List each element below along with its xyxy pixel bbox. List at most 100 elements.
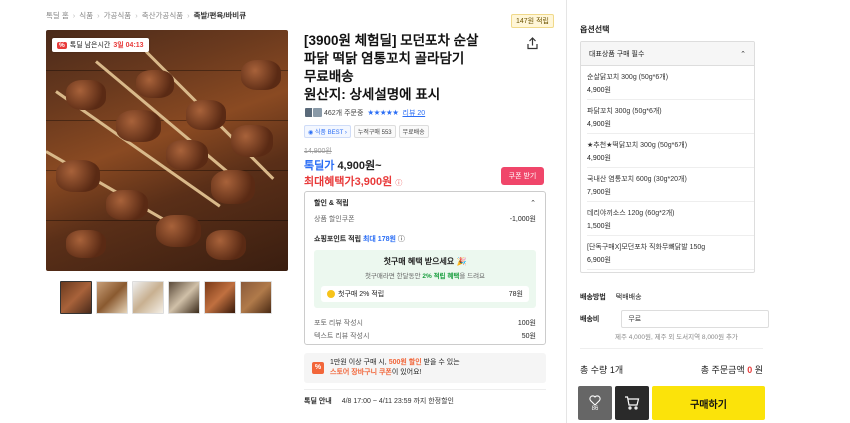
thumbnail-strip <box>60 281 272 314</box>
share-button[interactable] <box>520 31 545 56</box>
heart-icon <box>589 394 601 406</box>
info-icon[interactable]: ⓘ <box>398 236 405 243</box>
option-title: 옵션선택 <box>580 25 610 34</box>
buyer-avatars <box>304 107 323 118</box>
chevron-right-icon: › <box>72 11 76 20</box>
thumbnail-image[interactable] <box>132 281 164 314</box>
shipping-fee-row: 배송비 무료 <box>580 310 770 328</box>
buy-button[interactable]: 구매하기 <box>652 386 765 420</box>
star-rating-icon: ★★★★★ <box>367 108 399 117</box>
deal-price: 톡딜가 4,900원~ <box>304 157 382 173</box>
title-line: 파닭 떡닭 염통꼬치 골라담기 <box>304 50 465 66</box>
max-benefit-label: 최대혜택가 <box>304 176 355 188</box>
total-amount-value: 0 <box>747 365 753 375</box>
option-item[interactable]: 파닭꼬치 300g (50g*6개) 4,900원 <box>587 100 754 134</box>
points-badge: 147원 적립 <box>511 14 554 28</box>
chevron-up-icon[interactable]: ⌃ <box>530 199 536 207</box>
photo-review-label: 포토 리뷰 작성시 <box>314 320 363 327</box>
first-purchase-points: 78원 <box>508 291 523 298</box>
cart-button[interactable] <box>615 386 649 420</box>
thumbnail-image[interactable] <box>60 281 92 314</box>
tag-best[interactable]: ◉ 식품 BEST › <box>304 125 351 138</box>
max-benefit-value: 3,900원 <box>354 176 393 188</box>
like-count: 86 <box>591 405 599 412</box>
tag-free-shipping: 무료배송 <box>398 125 429 138</box>
order-totals: 총 수량 1개 총 주문금액 0 원 <box>580 365 763 375</box>
first-purchase-panel: 첫구매 혜택 받으세요 🎉 첫구매라면 한달동안 2% 적립 혜택을 드려요 첫… <box>314 250 536 308</box>
chevron-right-icon: › <box>187 11 190 20</box>
breadcrumb-item[interactable]: 식품 <box>79 10 93 21</box>
thumbnail-image[interactable] <box>204 281 236 314</box>
title-line: 무료배송 <box>304 68 354 84</box>
sale-timer-value: 3일 04:13 <box>113 42 144 49</box>
deal-info: 톡딜 안내 4/8 17:00 ~ 4/11 23:59 까지 한정할인 <box>304 396 454 406</box>
like-button[interactable]: 86 <box>578 386 612 420</box>
shopping-point-label: 쇼핑포인트 적립 <box>314 236 362 243</box>
breadcrumb-item[interactable]: 가공식품 <box>104 10 132 21</box>
chevron-up-icon: ⌃ <box>740 50 746 58</box>
deal-price-label: 톡딜가 <box>304 160 335 172</box>
discount-points-box: 할인 & 적립 ⌃ 상품 할인쿠폰 -1,000원 쇼핑포인트 적립 최대 17… <box>304 191 546 345</box>
thumbnail-image[interactable] <box>96 281 128 314</box>
first-purchase-subtitle: 첫구매라면 한달동안 2% 적립 혜택을 드려요 <box>364 273 486 280</box>
shipping-fee-note: 제주 4,000원, 제주 외 도서지역 8,000원 추가 <box>615 334 738 341</box>
option-item[interactable]: 국내산 염통꼬치 600g (30g*20개) 7,900원 <box>587 168 754 202</box>
text-review-label: 텍스트 리뷰 작성시 <box>314 333 370 340</box>
title-line: 원산지: 상세설명에 표시 <box>304 86 441 102</box>
best-icon: ◉ <box>308 130 315 136</box>
first-purchase-title: 첫구매 혜택 받으세요 🎉 <box>383 257 467 266</box>
option-item[interactable]: [단독구매X]모던포차 직화무뼈닭발 150g 6,900원 <box>587 236 754 270</box>
coupon-discount-label: 상품 할인쿠폰 <box>314 216 355 223</box>
total-qty-value: 1개 <box>609 365 624 375</box>
coin-icon <box>327 290 335 299</box>
benefit-header: 할인 & 적립 <box>314 200 349 207</box>
deal-price-value: 4,900원~ <box>337 160 382 172</box>
shipping-method-row: 배송방법 택배배송 <box>580 292 642 302</box>
breadcrumb: 톡딜 홈 › 식품 › 가공식품 › 축산가공식품 › 족발/편육/바비큐 <box>46 10 246 21</box>
share-icon <box>527 37 538 50</box>
rating-row: 462개 주문중 ★★★★★ 리뷰 20 <box>304 107 425 118</box>
coupon-download-button[interactable]: 쿠폰 받기 <box>501 167 544 185</box>
coupon-discount-value: -1,000원 <box>509 216 536 223</box>
info-icon[interactable]: ⓘ <box>395 180 402 187</box>
breadcrumb-item[interactable]: 톡딜 홈 <box>46 10 69 21</box>
option-list: 순살닭꼬치 300g (50g*6개) 4,900원 파닭꼬치 300g (50g… <box>581 66 754 270</box>
thumbnail-image[interactable] <box>240 281 272 314</box>
thumbnail-image[interactable] <box>168 281 200 314</box>
option-dropdown-header[interactable]: 대표상품 구매 필수 ⌃ <box>581 42 754 66</box>
purchase-buttons: 86 구매하기 <box>578 386 765 420</box>
sale-timer-badge: % 톡딜 남은시간 3일 04:13 <box>52 38 149 52</box>
tag-list: ◉ 식품 BEST › 누적구매 553 무료배송 <box>304 125 429 138</box>
chevron-right-icon: › <box>97 11 100 20</box>
deal-info-label: 톡딜 안내 <box>304 398 332 405</box>
deal-info-value: 4/8 17:00 ~ 4/11 23:59 까지 한정할인 <box>341 398 454 405</box>
option-item[interactable]: 데리야끼소스 120g (60g*2개) 1,500원 <box>587 202 754 236</box>
cart-icon <box>625 396 640 410</box>
cart-coupon-banner[interactable]: % 1만원 이상 구매 시, 500원 할인 받을 수 있는 스토어 장바구니 … <box>304 353 546 383</box>
breadcrumb-item-current[interactable]: 족발/편육/바비큐 <box>194 10 246 21</box>
breadcrumb-item[interactable]: 축산가공식품 <box>142 10 183 21</box>
photo-review-value: 100원 <box>517 320 536 327</box>
shipping-fee-select[interactable]: 무료 <box>621 310 770 328</box>
order-count: 462개 주문중 <box>324 109 364 117</box>
shipping-method-value: 택배배송 <box>615 294 642 301</box>
original-price: 14,900원 <box>304 148 332 155</box>
shipping-fee-label: 배송비 <box>580 316 600 323</box>
product-title: [3900원 체험딜] 모던포차 순살 파닭 떡닭 염통꼬치 골라담기 무료배송… <box>304 32 514 104</box>
coupon-icon: % <box>312 362 324 374</box>
review-link[interactable]: 리뷰 20 <box>403 108 426 118</box>
divider <box>580 348 763 349</box>
sale-timer-label: 톡딜 남은시간 <box>69 42 111 49</box>
shipping-method-label: 배송방법 <box>580 294 606 301</box>
text-review-value: 50원 <box>521 333 536 340</box>
shopping-point-max: 최대 178원 <box>362 236 396 243</box>
chevron-right-icon: › <box>135 11 138 20</box>
option-item[interactable]: ★추천★떡닭꼬치 300g (50g*6개) 4,900원 <box>587 134 754 168</box>
tag-cumulative: 누적구매 553 <box>353 125 396 138</box>
product-main-image[interactable]: % 톡딜 남은시간 3일 04:13 <box>46 30 288 271</box>
total-qty-label: 총 수량 <box>580 365 608 375</box>
percent-icon: % <box>57 41 67 49</box>
option-item[interactable]: 순살닭꼬치 300g (50g*6개) 4,900원 <box>587 66 754 100</box>
first-purchase-row: 첫구매 2% 적립 78원 <box>321 286 529 302</box>
option-dropdown[interactable]: 대표상품 구매 필수 ⌃ 순살닭꼬치 300g (50g*6개) 4,900원 파… <box>580 41 755 273</box>
